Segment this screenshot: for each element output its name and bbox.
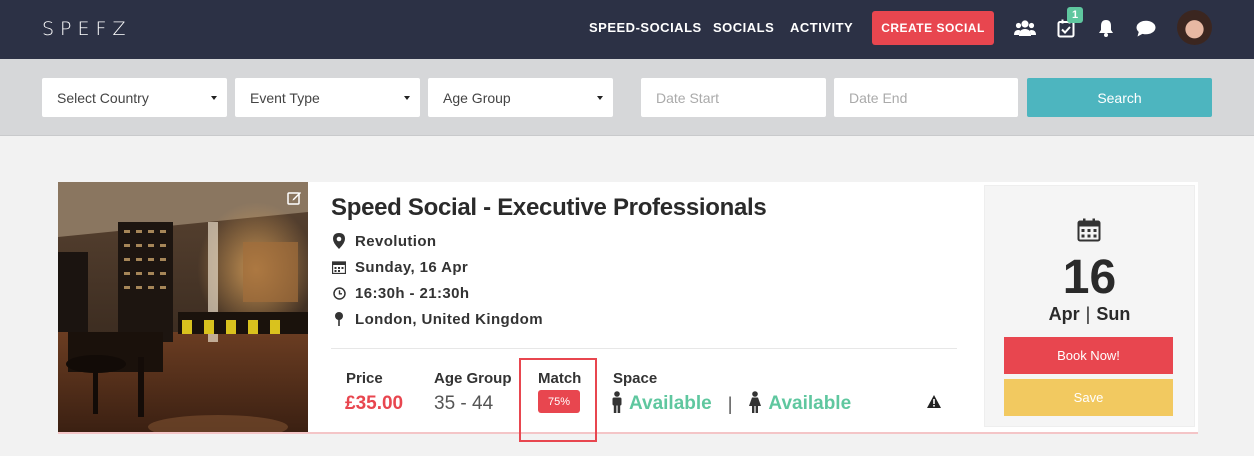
event-month: Apr	[1048, 304, 1080, 324]
country-select-value: Select Country	[57, 89, 149, 106]
date-end-input[interactable]	[834, 78, 1018, 117]
male-icon	[611, 390, 623, 418]
chat-icon[interactable]	[1134, 16, 1158, 40]
map-marker-icon	[331, 233, 347, 249]
female-space-value: Available	[768, 393, 852, 414]
date-panel: 16 Apr | Sun Book Now! Save	[984, 185, 1195, 427]
book-now-button[interactable]: Book Now!	[1004, 337, 1173, 374]
price-label: Price	[346, 370, 383, 387]
bell-icon[interactable]	[1094, 16, 1118, 40]
top-navbar: SPEFZ SPEED-SOCIALS SOCIALS ACTIVITY CRE…	[0, 0, 1254, 59]
space-availability: Available | Available	[611, 390, 852, 418]
logo[interactable]: SPEFZ	[42, 18, 131, 40]
event-title[interactable]: Speed Social - Executive Professionals	[331, 194, 767, 222]
event-day: 16	[1062, 251, 1117, 304]
caret-down-icon	[211, 96, 217, 100]
calendar-icon	[1077, 218, 1101, 242]
age-group-select-value: Age Group	[443, 89, 511, 106]
venue-name: Revolution	[355, 232, 437, 250]
notification-badge: 1	[1067, 7, 1083, 23]
space-separator: |	[727, 393, 733, 414]
event-time: 16:30h - 21:30h	[355, 284, 470, 302]
users-icon[interactable]	[1013, 16, 1037, 40]
caret-down-icon	[404, 96, 410, 100]
create-social-button[interactable]: CREATE SOCIAL	[872, 11, 994, 45]
month-weekday: Apr | Sun	[985, 304, 1194, 325]
female-icon	[748, 390, 762, 418]
price-value: £35.00	[345, 393, 404, 414]
event-weekday: Sun	[1096, 304, 1131, 324]
age-group-value: 35 - 44	[434, 393, 494, 414]
clock-icon	[331, 286, 347, 300]
event-location: London, United Kingdom	[355, 310, 543, 328]
event-card: Speed Social - Executive Professionals R…	[58, 182, 1198, 442]
card-divider	[331, 348, 957, 349]
age-group-select[interactable]: Age Group	[428, 78, 613, 117]
location-row: London, United Kingdom	[331, 309, 543, 329]
age-group-label: Age Group	[434, 370, 512, 387]
calendar-icon	[331, 260, 347, 274]
pin-icon	[331, 311, 347, 327]
month-separator: |	[1085, 304, 1091, 324]
venue-row: Revolution	[331, 231, 437, 251]
caret-down-icon	[597, 96, 603, 100]
event-photo[interactable]	[58, 182, 308, 432]
warning-icon[interactable]	[927, 395, 941, 409]
time-row: 16:30h - 21:30h	[331, 283, 469, 303]
event-type-select[interactable]: Event Type	[235, 78, 420, 117]
filter-bar: Select Country Event Type Age Group Sear…	[0, 59, 1254, 136]
space-label: Space	[613, 370, 658, 387]
avatar[interactable]	[1177, 10, 1212, 45]
date-start-input[interactable]	[641, 78, 826, 117]
match-highlight-box	[519, 358, 597, 442]
nav-socials[interactable]: SOCIALS	[713, 20, 774, 35]
country-select[interactable]: Select Country	[42, 78, 227, 117]
event-date: Sunday, 16 Apr	[355, 258, 469, 276]
event-type-select-value: Event Type	[250, 89, 320, 106]
save-button[interactable]: Save	[1004, 379, 1173, 416]
nav-activity[interactable]: ACTIVITY	[790, 20, 853, 35]
male-space-value: Available	[629, 393, 712, 414]
edit-icon[interactable]	[287, 190, 302, 205]
nav-speed-socials[interactable]: SPEED-SOCIALS	[589, 20, 702, 35]
date-row: Sunday, 16 Apr	[331, 257, 468, 277]
search-button[interactable]: Search	[1027, 78, 1212, 117]
